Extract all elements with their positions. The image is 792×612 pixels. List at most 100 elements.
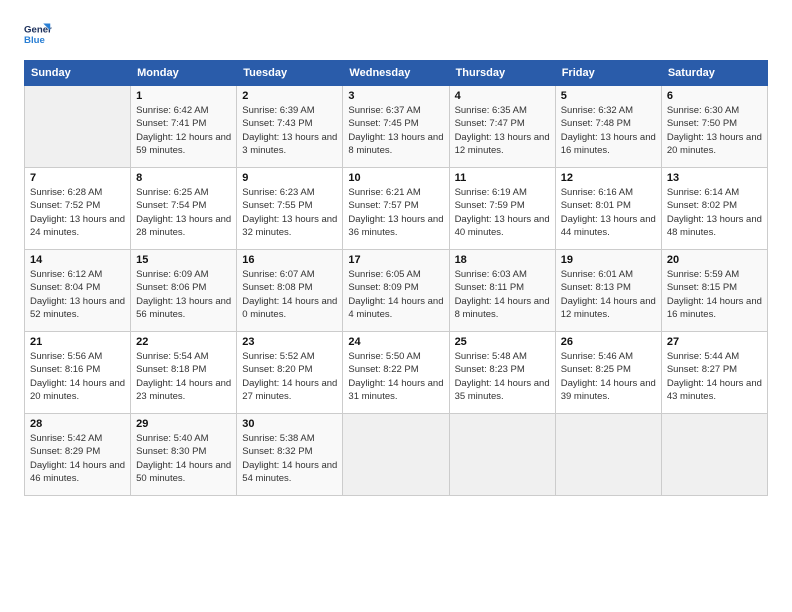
- day-detail: Sunrise: 6:23 AMSunset: 7:55 PMDaylight:…: [242, 186, 337, 239]
- day-number: 22: [136, 336, 231, 348]
- day-detail: Sunrise: 6:01 AMSunset: 8:13 PMDaylight:…: [561, 268, 656, 321]
- day-detail: Sunrise: 6:21 AMSunset: 7:57 PMDaylight:…: [348, 186, 443, 239]
- calendar-cell: 11Sunrise: 6:19 AMSunset: 7:59 PMDayligh…: [449, 168, 555, 250]
- calendar-cell: 2 Sunrise: 6:39 AMSunset: 7:43 PMDaylight…: [237, 86, 343, 168]
- day-detail: Sunrise: 5:40 AMSunset: 8:30 PMDaylight:…: [136, 432, 231, 485]
- calendar-cell: 10 Sunrise: 6:21 AMSunset: 7:57 PMDayligh…: [343, 168, 449, 250]
- day-detail: Sunrise: 6:03 AMSunset: 8:11 PMDaylight:…: [455, 268, 550, 321]
- calendar-cell: 18Sunrise: 6:03 AMSunset: 8:11 PMDayligh…: [449, 250, 555, 332]
- calendar-cell: [449, 414, 555, 496]
- col-header-thursday: Thursday: [449, 61, 555, 86]
- calendar-week-row: 1 Sunrise: 6:42 AMSunset: 7:41 PMDaylight…: [25, 86, 768, 168]
- calendar-cell: 6 Sunrise: 6:30 AMSunset: 7:50 PMDaylight…: [661, 86, 767, 168]
- calendar-table: SundayMondayTuesdayWednesdayThursdayFrid…: [24, 60, 768, 496]
- calendar-cell: 8Sunrise: 6:25 AMSunset: 7:54 PMDaylight…: [131, 168, 237, 250]
- calendar-cell: 20 Sunrise: 5:59 AMSunset: 8:15 PMDayligh…: [661, 250, 767, 332]
- day-detail: Sunrise: 5:54 AMSunset: 8:18 PMDaylight:…: [136, 350, 231, 403]
- calendar-header-row: SundayMondayTuesdayWednesdayThursdayFrid…: [25, 61, 768, 86]
- day-number: 17: [348, 254, 443, 266]
- calendar-cell: 19 Sunrise: 6:01 AMSunset: 8:13 PMDayligh…: [555, 250, 661, 332]
- day-number: 21: [30, 336, 125, 348]
- day-detail: Sunrise: 6:39 AMSunset: 7:43 PMDaylight:…: [242, 104, 337, 157]
- day-number: 9: [242, 172, 337, 184]
- day-detail: Sunrise: 6:05 AMSunset: 8:09 PMDaylight:…: [348, 268, 443, 321]
- day-number: 12: [561, 172, 656, 184]
- col-header-wednesday: Wednesday: [343, 61, 449, 86]
- calendar-cell: 3 Sunrise: 6:37 AMSunset: 7:45 PMDaylight…: [343, 86, 449, 168]
- calendar-cell: 21 Sunrise: 5:56 AMSunset: 8:16 PMDayligh…: [25, 332, 131, 414]
- day-number: 5: [561, 90, 656, 102]
- calendar-cell: [343, 414, 449, 496]
- day-number: 2: [242, 90, 337, 102]
- calendar-week-row: 14 Sunrise: 6:12 AMSunset: 8:04 PMDayligh…: [25, 250, 768, 332]
- day-number: 27: [667, 336, 762, 348]
- day-detail: Sunrise: 6:28 AMSunset: 7:52 PMDaylight:…: [30, 186, 125, 239]
- day-detail: Sunrise: 5:56 AMSunset: 8:16 PMDaylight:…: [30, 350, 125, 403]
- logo-icon: General Blue: [24, 20, 52, 48]
- calendar-cell: 1 Sunrise: 6:42 AMSunset: 7:41 PMDaylight…: [131, 86, 237, 168]
- calendar-cell: 14 Sunrise: 6:12 AMSunset: 8:04 PMDayligh…: [25, 250, 131, 332]
- day-number: 16: [242, 254, 337, 266]
- header-row: General Blue: [24, 20, 768, 48]
- day-number: 6: [667, 90, 762, 102]
- calendar-cell: 12 Sunrise: 6:16 AMSunset: 8:01 PMDayligh…: [555, 168, 661, 250]
- calendar-cell: 15Sunrise: 6:09 AMSunset: 8:06 PMDayligh…: [131, 250, 237, 332]
- calendar-cell: 17 Sunrise: 6:05 AMSunset: 8:09 PMDayligh…: [343, 250, 449, 332]
- day-number: 1: [136, 90, 231, 102]
- calendar-cell: 16 Sunrise: 6:07 AMSunset: 8:08 PMDayligh…: [237, 250, 343, 332]
- calendar-cell: 24Sunrise: 5:50 AMSunset: 8:22 PMDayligh…: [343, 332, 449, 414]
- calendar-week-row: 21 Sunrise: 5:56 AMSunset: 8:16 PMDayligh…: [25, 332, 768, 414]
- calendar-container: General Blue SundayMondayTuesdayWednesda…: [0, 0, 792, 512]
- day-number: 20: [667, 254, 762, 266]
- calendar-cell: [661, 414, 767, 496]
- day-detail: Sunrise: 6:07 AMSunset: 8:08 PMDaylight:…: [242, 268, 337, 321]
- calendar-cell: 26 Sunrise: 5:46 AMSunset: 8:25 PMDayligh…: [555, 332, 661, 414]
- day-detail: Sunrise: 5:44 AMSunset: 8:27 PMDaylight:…: [667, 350, 762, 403]
- calendar-cell: [555, 414, 661, 496]
- day-number: 24: [348, 336, 443, 348]
- day-number: 7: [30, 172, 125, 184]
- calendar-week-row: 28Sunrise: 5:42 AMSunset: 8:29 PMDayligh…: [25, 414, 768, 496]
- day-detail: Sunrise: 5:46 AMSunset: 8:25 PMDaylight:…: [561, 350, 656, 403]
- day-detail: Sunrise: 5:38 AMSunset: 8:32 PMDaylight:…: [242, 432, 337, 485]
- day-detail: Sunrise: 6:12 AMSunset: 8:04 PMDaylight:…: [30, 268, 125, 321]
- calendar-cell: [25, 86, 131, 168]
- day-detail: Sunrise: 5:52 AMSunset: 8:20 PMDaylight:…: [242, 350, 337, 403]
- day-number: 26: [561, 336, 656, 348]
- calendar-cell: 7 Sunrise: 6:28 AMSunset: 7:52 PMDaylight…: [25, 168, 131, 250]
- day-detail: Sunrise: 6:30 AMSunset: 7:50 PMDaylight:…: [667, 104, 762, 157]
- col-header-sunday: Sunday: [25, 61, 131, 86]
- day-detail: Sunrise: 5:59 AMSunset: 8:15 PMDaylight:…: [667, 268, 762, 321]
- day-number: 4: [455, 90, 550, 102]
- day-number: 3: [348, 90, 443, 102]
- calendar-cell: 30Sunrise: 5:38 AMSunset: 8:32 PMDayligh…: [237, 414, 343, 496]
- col-header-saturday: Saturday: [661, 61, 767, 86]
- day-detail: Sunrise: 6:37 AMSunset: 7:45 PMDaylight:…: [348, 104, 443, 157]
- day-number: 14: [30, 254, 125, 266]
- calendar-week-row: 7 Sunrise: 6:28 AMSunset: 7:52 PMDaylight…: [25, 168, 768, 250]
- calendar-cell: 28Sunrise: 5:42 AMSunset: 8:29 PMDayligh…: [25, 414, 131, 496]
- day-detail: Sunrise: 6:35 AMSunset: 7:47 PMDaylight:…: [455, 104, 550, 157]
- col-header-friday: Friday: [555, 61, 661, 86]
- calendar-cell: 22 Sunrise: 5:54 AMSunset: 8:18 PMDayligh…: [131, 332, 237, 414]
- day-number: 8: [136, 172, 231, 184]
- day-number: 10: [348, 172, 443, 184]
- calendar-cell: 25Sunrise: 5:48 AMSunset: 8:23 PMDayligh…: [449, 332, 555, 414]
- logo: General Blue: [24, 20, 56, 48]
- col-header-tuesday: Tuesday: [237, 61, 343, 86]
- day-detail: Sunrise: 6:42 AMSunset: 7:41 PMDaylight:…: [136, 104, 231, 157]
- day-detail: Sunrise: 5:42 AMSunset: 8:29 PMDaylight:…: [30, 432, 125, 485]
- day-detail: Sunrise: 6:16 AMSunset: 8:01 PMDaylight:…: [561, 186, 656, 239]
- day-number: 29: [136, 418, 231, 430]
- day-number: 25: [455, 336, 550, 348]
- calendar-cell: 5Sunrise: 6:32 AMSunset: 7:48 PMDaylight…: [555, 86, 661, 168]
- calendar-cell: 23 Sunrise: 5:52 AMSunset: 8:20 PMDayligh…: [237, 332, 343, 414]
- day-number: 19: [561, 254, 656, 266]
- day-number: 23: [242, 336, 337, 348]
- calendar-cell: 9 Sunrise: 6:23 AMSunset: 7:55 PMDaylight…: [237, 168, 343, 250]
- day-detail: Sunrise: 6:19 AMSunset: 7:59 PMDaylight:…: [455, 186, 550, 239]
- calendar-cell: 27 Sunrise: 5:44 AMSunset: 8:27 PMDayligh…: [661, 332, 767, 414]
- calendar-cell: 4 Sunrise: 6:35 AMSunset: 7:47 PMDaylight…: [449, 86, 555, 168]
- calendar-cell: 29 Sunrise: 5:40 AMSunset: 8:30 PMDayligh…: [131, 414, 237, 496]
- day-number: 15: [136, 254, 231, 266]
